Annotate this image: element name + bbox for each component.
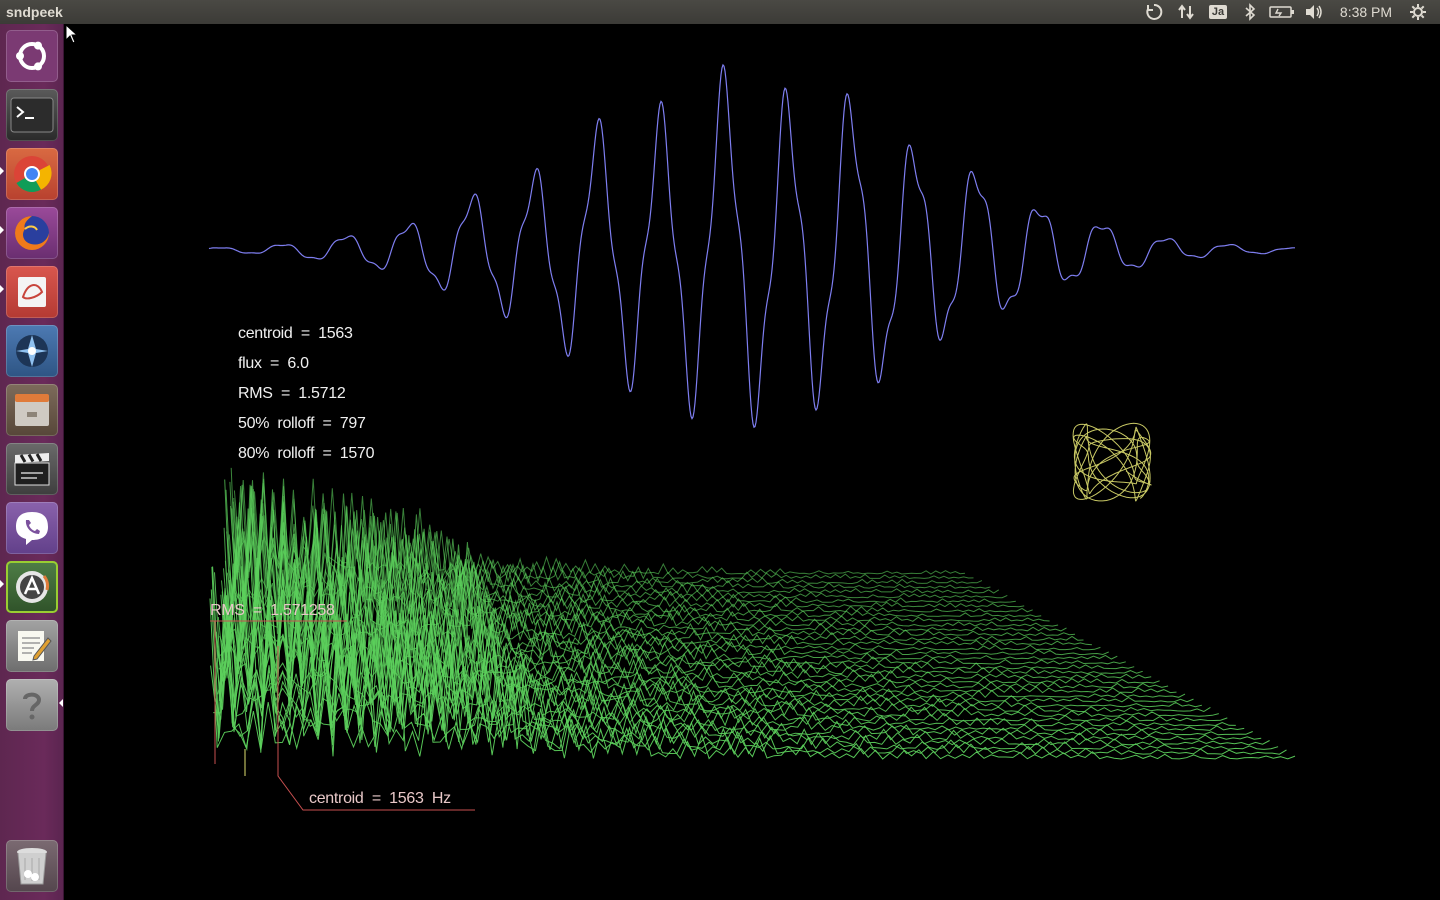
viber-icon: [16, 512, 48, 545]
app-title: sndpeek: [6, 4, 63, 20]
ubuntu-dash-icon: [16, 41, 46, 71]
keyboard-layout-label: Ja: [1208, 5, 1228, 19]
indicator-area: Ja 8:38 PM: [1138, 0, 1434, 24]
video-editor-button[interactable]: [6, 443, 58, 495]
transfer-icon[interactable]: [1170, 0, 1202, 24]
top-panel: sndpeek Ja 8:38 PM: [0, 0, 1440, 24]
centroid-marker-label: centroid = 1563 Hz: [309, 790, 451, 807]
waveform: [208, 63, 1295, 429]
mouse-pointer-icon: [65, 24, 79, 44]
software-updater-button[interactable]: [6, 561, 58, 613]
viber-button[interactable]: [6, 502, 58, 554]
sndpeek-visualization: centroid = 1563 flux = 6.0 RMS = 1.5712 …: [65, 24, 1440, 900]
battery-icon[interactable]: [1266, 0, 1298, 24]
rolloff80-stat: 80% rolloff = 1570: [238, 445, 375, 462]
document-viewer-button[interactable]: [6, 266, 58, 318]
shotwell-button[interactable]: [6, 325, 58, 377]
lissajous-plot: [1072, 422, 1152, 502]
firefox-icon: [15, 216, 49, 250]
text-editor-button[interactable]: [6, 620, 58, 672]
terminal-button[interactable]: [6, 89, 58, 141]
power-gear-icon[interactable]: [1402, 0, 1434, 24]
text-editor-icon: [18, 631, 52, 661]
files-button[interactable]: [6, 384, 58, 436]
spectrogram-waterfall: [209, 467, 1296, 760]
rms-marker-label: RMS = 1.571258: [210, 602, 335, 619]
centroid-stat: centroid = 1563: [238, 325, 353, 342]
files-icon: [15, 394, 49, 426]
rms-stat: RMS = 1.5712: [238, 385, 346, 402]
network-icon[interactable]: [1138, 0, 1170, 24]
software-updater-icon: [16, 571, 49, 603]
ubuntu-dash-button[interactable]: [6, 30, 58, 82]
clock[interactable]: 8:38 PM: [1330, 0, 1402, 24]
document-viewer-icon: [18, 277, 46, 307]
trash-button[interactable]: [6, 840, 58, 892]
help-icon: [23, 692, 42, 720]
shotwell-icon: [16, 335, 48, 367]
flux-stat: flux = 6.0: [238, 355, 309, 372]
bluetooth-icon[interactable]: [1234, 0, 1266, 24]
volume-icon[interactable]: [1298, 0, 1330, 24]
launcher: [0, 24, 64, 900]
trash-icon: [17, 848, 47, 885]
terminal-icon: [10, 97, 54, 133]
keyboard-icon[interactable]: Ja: [1202, 0, 1234, 24]
help-button[interactable]: [6, 679, 58, 731]
chrome-icon: [14, 156, 52, 193]
rolloff50-stat: 50% rolloff = 797: [238, 415, 366, 432]
video-editor-icon: [14, 453, 50, 486]
chrome-button[interactable]: [6, 148, 58, 200]
firefox-button[interactable]: [6, 207, 58, 259]
